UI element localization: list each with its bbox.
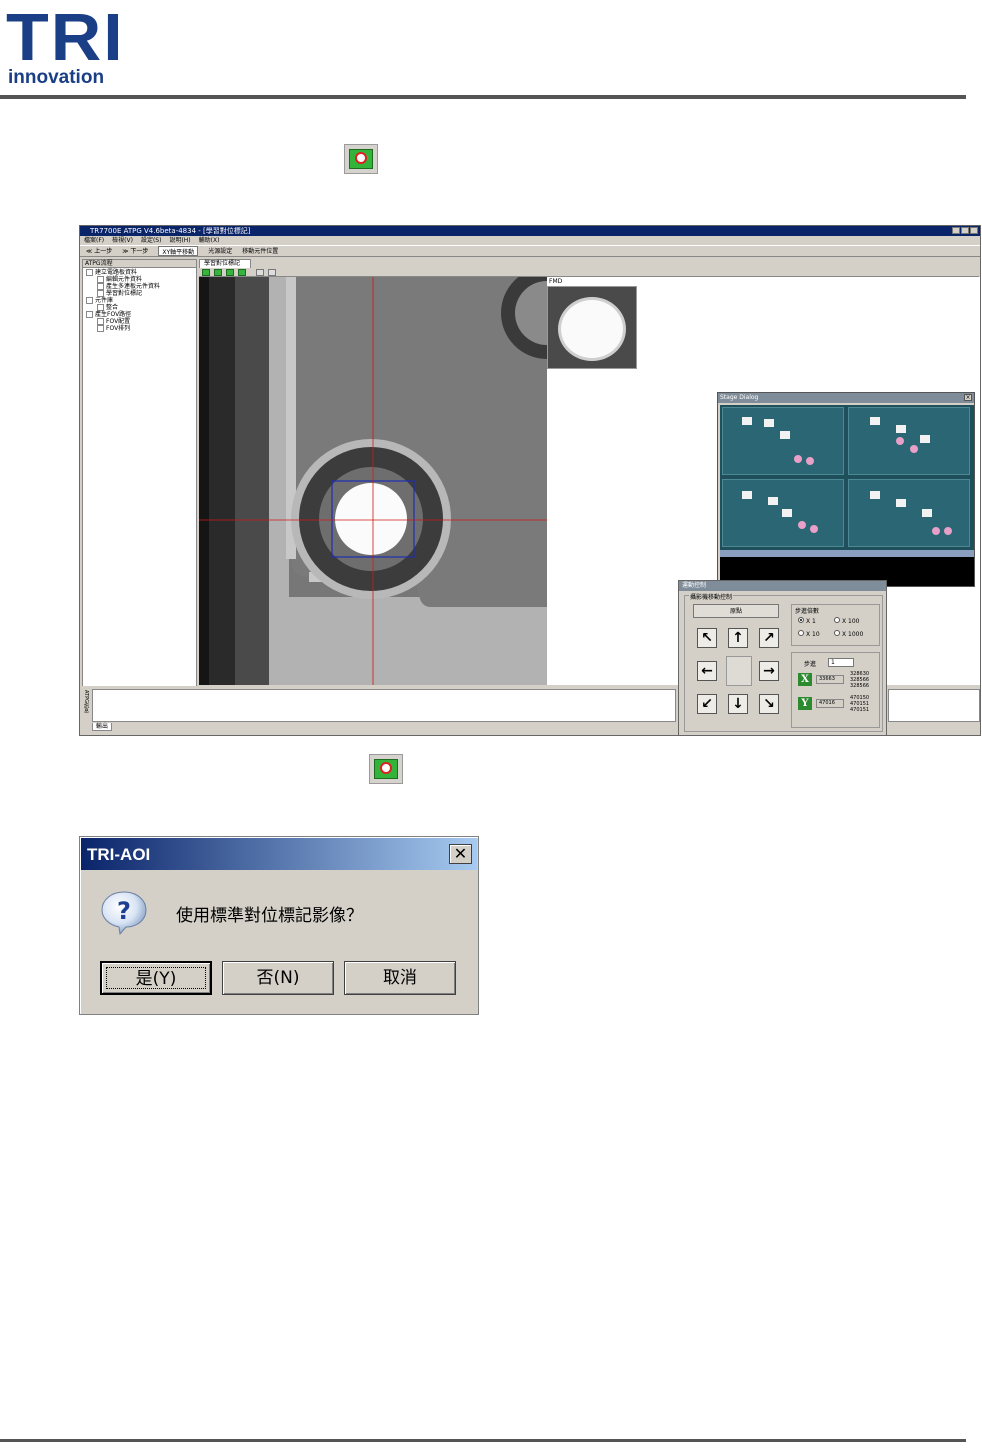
step-input[interactable]: 1 — [828, 658, 854, 667]
y-axis-icon: Y — [798, 697, 812, 710]
step-multiplier-label: 步進倍數 — [795, 608, 820, 615]
fmd-image — [547, 286, 637, 369]
output-panel: ATPG訊息 輸出 — [82, 686, 678, 734]
x-position-field: 33663 — [816, 675, 844, 684]
center-button[interactable] — [726, 656, 752, 686]
maximize-icon[interactable] — [961, 227, 969, 234]
footer-rule — [0, 1439, 966, 1442]
tool-icon[interactable] — [226, 269, 234, 276]
app-titlebar: TR7700E ATPG V4.6beta-4834 - [學習對位標記] — [80, 226, 980, 236]
tree-node-fov-path[interactable]: 產生FOV路徑 — [86, 311, 131, 318]
tool-icon[interactable] — [256, 269, 264, 276]
tool-icon[interactable] — [202, 269, 210, 276]
minimize-icon[interactable] — [952, 227, 960, 234]
tree-node-edit-parts[interactable]: 編輯元件資料 — [97, 276, 142, 283]
tool-icon[interactable] — [238, 269, 246, 276]
yes-button[interactable]: 是(Y) — [100, 961, 212, 995]
arrow-down-left-icon[interactable]: ↙ — [697, 694, 717, 714]
close-icon[interactable] — [970, 227, 978, 234]
tree-node-fov-config[interactable]: FOV配置 — [97, 318, 130, 325]
menu-settings[interactable]: 設定(S) — [141, 236, 162, 245]
camera-move-label: 攝影機移動控制 — [689, 592, 734, 601]
question-icon: ? — [101, 891, 147, 936]
prev-step-button[interactable]: ≪ 上一步 — [86, 246, 112, 256]
atpg-app-screenshot: TR7700E ATPG V4.6beta-4834 - [學習對位標記] 檔案… — [79, 225, 981, 736]
doc-tab-learn-fiducial[interactable]: 學習對位標記 — [199, 259, 251, 268]
tree-node-build-board[interactable]: 建立電路板資料 — [86, 269, 137, 276]
atpg-flow-tree: ATPG流程 建立電路板資料 編輯元件資料 產生多連板元件資料 學習對位標記 元… — [82, 259, 197, 717]
tri-logo: TRI innovation — [6, 2, 123, 88]
stage-dialog: Stage Dialog × — [717, 392, 975, 587]
camera-move-group: 攝影機移動控制 原點 ↖ ↑ ↗ ← → ↙ ↓ ↘ 步進倍數 X 1 X 10… — [684, 592, 883, 732]
menu-view[interactable]: 檢視(V) — [112, 236, 133, 245]
tree-node-integrate[interactable]: 整合 — [97, 304, 118, 311]
menu-help[interactable]: 說明(H) — [169, 236, 190, 245]
arrow-up-right-icon[interactable]: ↗ — [759, 628, 779, 648]
confirm-dialog: TRI-AOI ✕ ? 使用標準對位標記影像？ 是(Y) 否(N) 取消 — [79, 836, 479, 1015]
x-position-list: 328630 328566 328566 — [850, 671, 869, 689]
dialog-title: TRI-AOI — [87, 845, 151, 864]
learn-fiducial-toolbar-icon — [344, 144, 378, 174]
close-icon[interactable]: ✕ — [449, 844, 472, 864]
arrow-right-icon[interactable]: → — [759, 661, 779, 681]
y-position-item: 470151 — [850, 707, 870, 713]
motion-control-dialog: 運動控制 攝影機移動控制 原點 ↖ ↑ ↗ ← → ↙ ↓ ↘ 步進倍數 X 1… — [678, 580, 887, 735]
tool-icon[interactable] — [268, 269, 276, 276]
motion-dialog-title: 運動控制 — [679, 581, 886, 591]
image-toolbar — [199, 268, 979, 277]
app-title-text: TR7700E ATPG V4.6beta-4834 - [學習對位標記] — [90, 227, 251, 235]
dialog-titlebar: TRI-AOI ✕ — [81, 838, 477, 870]
menu-file[interactable]: 檔案(F) — [84, 236, 104, 245]
header-rule — [0, 95, 966, 99]
camera-image — [199, 277, 547, 685]
output-log-tail — [888, 689, 980, 722]
svg-text:?: ? — [117, 897, 131, 925]
cancel-button[interactable]: 取消 — [344, 961, 456, 995]
app-menubar: 檔案(F) 檢視(V) 設定(S) 說明(H) 輔助(X) — [80, 236, 980, 245]
xy-move-button[interactable]: XY軸平移動 — [158, 246, 199, 256]
tool-icon[interactable] — [214, 269, 222, 276]
arrow-down-right-icon[interactable]: ↘ — [759, 694, 779, 714]
tab-output[interactable]: 輸出 — [92, 723, 113, 731]
position-group: 步進 1 X 33663 328630 328566 328566 Y 4701… — [791, 652, 880, 728]
menu-assist[interactable]: 輔助(X) — [199, 236, 220, 245]
camera-view[interactable] — [199, 277, 547, 685]
step-multiplier-group: 步進倍數 X 1 X 100 X 10 X 1000 — [791, 604, 880, 646]
radio-x1000[interactable]: X 1000 — [834, 630, 863, 638]
tree-node-multi-board[interactable]: 產生多連板元件資料 — [97, 283, 160, 290]
light-settings-button[interactable]: 光源設定 — [208, 246, 232, 256]
pcb-overview-image[interactable] — [720, 405, 974, 550]
arrow-up-icon[interactable]: ↑ — [728, 628, 748, 648]
arrow-left-icon[interactable]: ← — [697, 661, 717, 681]
logo-sub-text: innovation — [8, 67, 105, 88]
output-side-label: ATPG訊息 — [83, 690, 89, 713]
arrow-up-left-icon[interactable]: ↖ — [697, 628, 717, 648]
fmd-label: FMD — [549, 278, 563, 285]
arrow-down-icon[interactable]: ↓ — [728, 694, 748, 714]
close-icon[interactable]: × — [964, 394, 972, 401]
dialog-message: 使用標準對位標記影像？ — [176, 906, 363, 926]
next-step-button[interactable]: ≫ 下一步 — [122, 246, 148, 256]
stage-dialog-titlebar: Stage Dialog × — [718, 393, 974, 403]
radio-x1[interactable]: X 1 — [798, 617, 816, 625]
radio-x10[interactable]: X 10 — [798, 630, 820, 638]
tree-header: ATPG流程 — [83, 260, 196, 268]
learn-fiducial-toolbar-icon — [369, 754, 403, 784]
logo-main-text: TRI — [6, 0, 125, 75]
tree-node-learn-fiducial[interactable]: 學習對位標記 — [97, 290, 142, 297]
tree-node-fov-sort[interactable]: FOV排列 — [97, 325, 130, 332]
origin-button[interactable]: 原點 — [693, 604, 779, 618]
y-position-list: 470150 470151 470151 — [850, 695, 869, 713]
tree-node-library[interactable]: 元件庫 — [86, 297, 113, 304]
x-axis-icon: X — [798, 673, 812, 686]
x-position-item: 328566 — [850, 683, 870, 689]
app-toolbar: ≪ 上一步 ≫ 下一步 XY軸平移動 光源設定 移動元件位置 — [80, 245, 980, 257]
no-button[interactable]: 否(N) — [222, 961, 334, 995]
step-label: 步進 — [804, 661, 817, 668]
radio-x100[interactable]: X 100 — [834, 617, 859, 625]
move-component-button[interactable]: 移動元件位置 — [242, 246, 278, 256]
output-log[interactable] — [92, 689, 676, 722]
y-position-field: 47016 — [816, 699, 844, 708]
stage-dialog-title: Stage Dialog — [720, 394, 759, 401]
